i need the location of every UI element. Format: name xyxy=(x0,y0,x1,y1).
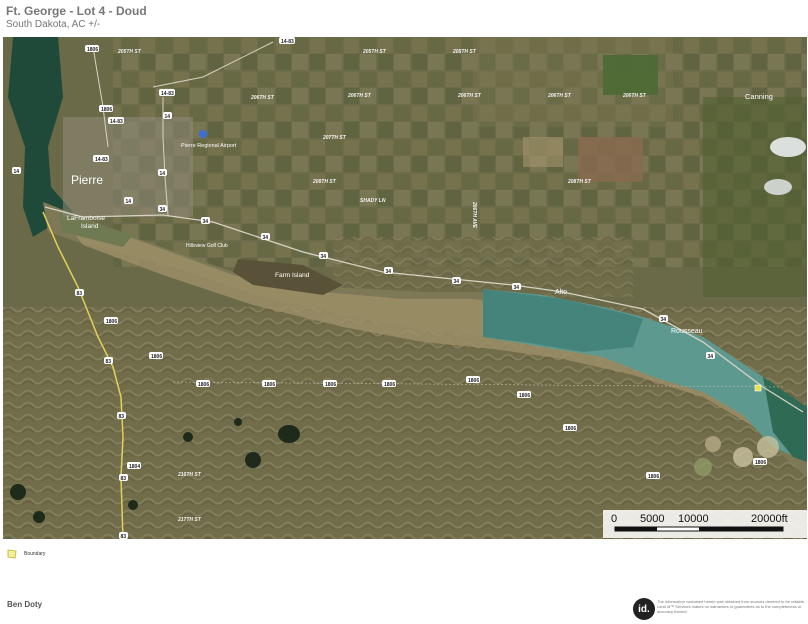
svg-text:1806: 1806 xyxy=(106,319,117,325)
svg-text:34: 34 xyxy=(321,254,327,260)
road-label: 208TH ST xyxy=(567,179,592,185)
svg-text:34: 34 xyxy=(203,219,209,225)
svg-text:34: 34 xyxy=(454,279,460,285)
place-label: Island xyxy=(81,223,99,230)
place-label: LaFramboise xyxy=(67,215,105,222)
place-label: Canning xyxy=(745,92,773,101)
author-name: Ben Doty xyxy=(7,600,43,609)
road-label: 205TH ST xyxy=(452,49,477,55)
road-label: 206TH ST xyxy=(250,95,275,101)
svg-text:1804: 1804 xyxy=(129,464,140,470)
road-label: 286TH AVE xyxy=(471,201,477,229)
place-label: Rousseau xyxy=(671,328,703,335)
road-label: 206TH ST xyxy=(347,93,372,99)
svg-text:1806: 1806 xyxy=(468,378,479,384)
road-label: 205TH ST xyxy=(117,49,142,55)
svg-text:1806: 1806 xyxy=(565,426,576,432)
svg-text:14: 14 xyxy=(126,199,132,205)
boundary-icon xyxy=(7,549,17,559)
svg-text:83: 83 xyxy=(77,291,83,297)
svg-text:83: 83 xyxy=(106,359,112,365)
road-label: 206TH ST xyxy=(547,93,572,99)
legend-label: Boundary xyxy=(24,551,46,557)
svg-text:34: 34 xyxy=(708,354,714,360)
disclaimer-text: The information contained herein was obt… xyxy=(657,599,806,614)
road-label: 206TH ST xyxy=(622,93,647,99)
satellite-map[interactable]: Pierre LaFramboise Island Farm Island Ca… xyxy=(3,37,807,539)
svg-text:1806: 1806 xyxy=(755,460,766,466)
svg-text:14: 14 xyxy=(160,171,166,177)
svg-text:83: 83 xyxy=(119,414,125,420)
road-label: 205TH ST xyxy=(362,49,387,55)
svg-text:14-83: 14-83 xyxy=(161,91,174,97)
place-label: Hillsview Golf Club xyxy=(186,243,228,249)
road-label: 207TH ST xyxy=(322,135,347,141)
svg-text:14-83: 14-83 xyxy=(95,157,108,163)
place-label: Farm Island xyxy=(275,272,310,279)
airport-icon xyxy=(199,130,207,138)
road-label: 217TH ST xyxy=(177,517,202,523)
svg-text:1806: 1806 xyxy=(101,107,112,113)
road-label: 216TH ST xyxy=(177,472,202,478)
road-label: SHADY LN xyxy=(360,198,386,204)
landid-logo: id. xyxy=(633,598,655,620)
svg-text:14-83: 14-83 xyxy=(110,119,123,125)
road-label: 208TH ST xyxy=(312,179,337,185)
svg-text:1806: 1806 xyxy=(519,393,530,399)
svg-text:34: 34 xyxy=(263,235,269,241)
svg-text:1806: 1806 xyxy=(384,382,395,388)
farm-fields xyxy=(113,37,807,267)
place-label: Pierre xyxy=(71,173,103,187)
svg-text:1806: 1806 xyxy=(151,354,162,360)
boundary-marker[interactable] xyxy=(754,384,762,392)
svg-text:1806: 1806 xyxy=(648,474,659,480)
svg-text:1806: 1806 xyxy=(87,47,98,53)
place-label: Pierre Regional Airport xyxy=(181,143,237,149)
svg-text:1806: 1806 xyxy=(325,382,336,388)
legend: Boundary xyxy=(6,548,45,560)
svg-text:34: 34 xyxy=(160,207,166,213)
svg-text:34: 34 xyxy=(661,317,667,323)
place-label: Alto xyxy=(555,289,567,296)
svg-text:83: 83 xyxy=(121,476,127,482)
road-label: 206TH ST xyxy=(457,93,482,99)
svg-text:14: 14 xyxy=(165,114,171,120)
svg-text:1806: 1806 xyxy=(264,382,275,388)
svg-text:34: 34 xyxy=(514,285,520,291)
scale-bar: 0 5000 10000 20000ft xyxy=(603,510,808,538)
map-title: Ft. George - Lot 4 - Doud xyxy=(6,4,147,18)
scale-ruler xyxy=(614,526,784,532)
svg-text:14-83: 14-83 xyxy=(281,39,294,45)
clouds xyxy=(770,137,806,157)
svg-text:14: 14 xyxy=(14,169,20,175)
svg-text:1806: 1806 xyxy=(198,382,209,388)
svg-text:34: 34 xyxy=(386,269,392,275)
svg-text:83: 83 xyxy=(121,534,127,539)
map-subtitle: South Dakota, AC +/- xyxy=(6,19,101,30)
